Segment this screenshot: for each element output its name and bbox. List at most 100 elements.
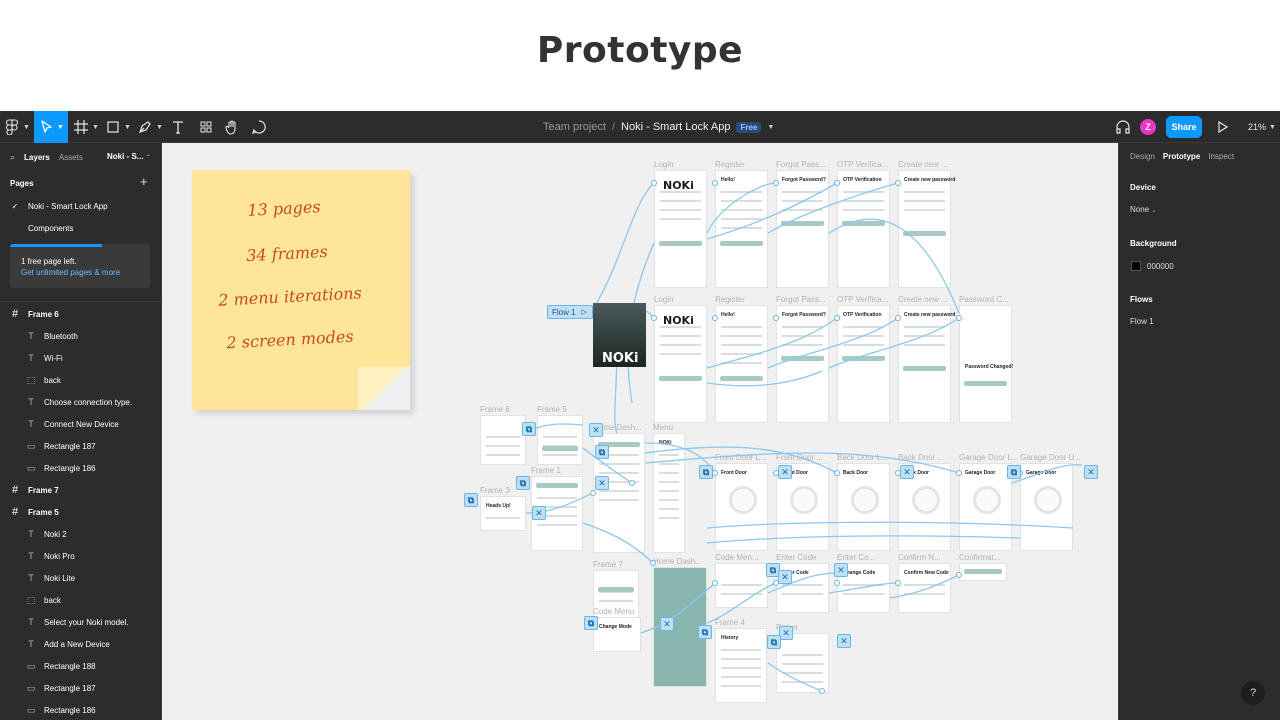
connection-node[interactable] [650,560,656,566]
connection-node[interactable] [956,470,962,476]
connection-node[interactable] [712,180,718,186]
flow-start-tag[interactable]: Flow 1 ▷ [547,305,593,319]
close-overlay-icon[interactable]: ✕ [837,634,851,648]
close-overlay-icon[interactable]: ✕ [778,570,792,584]
pen-tool-button[interactable]: ▼ [136,111,164,143]
help-button[interactable]: ? [1241,681,1265,705]
layer-item[interactable]: T Connect New Device [0,413,161,435]
resources-button[interactable] [196,111,216,143]
connection-node[interactable] [712,470,718,476]
connection-node[interactable] [956,572,962,578]
open-overlay-icon[interactable]: ⧉ [767,635,781,649]
background-swatch[interactable] [1131,261,1141,271]
comment-tool-button[interactable] [249,111,269,143]
chevron-down-icon: ▼ [124,123,131,131]
chevron-down-icon[interactable]: ▼ [767,124,774,131]
layer-item[interactable]: ▭ Rectangle 187 [0,677,161,699]
close-overlay-icon[interactable]: ✕ [660,617,674,631]
tab-design[interactable]: Design [1130,152,1155,161]
connection-node[interactable] [819,688,825,694]
add-page-icon[interactable]: + [140,174,148,189]
connection-node[interactable] [834,580,840,586]
move-tool-button[interactable]: ▼ [34,111,68,143]
layer-item[interactable]: T Noki Lite [0,567,161,589]
present-button[interactable] [1214,111,1230,143]
connection-node[interactable] [895,180,901,186]
audio-button[interactable] [1114,111,1132,143]
flow-item[interactable]: Flow 1 [1130,317,1154,326]
layer-item[interactable]: ▭ Rectangle 186 [0,457,161,479]
connection-node[interactable] [651,180,657,186]
design-canvas[interactable]: 13 pages 34 frames 2 menu iterations 2 s… [162,143,1118,720]
hand-tool-button[interactable] [222,111,242,143]
tab-inspect[interactable]: Inspect [1208,152,1234,161]
connection-node[interactable] [895,315,901,321]
layer-item[interactable]: ⬚ back [0,369,161,391]
open-overlay-icon[interactable]: ⧉ [698,625,712,639]
connection-node[interactable] [712,580,718,586]
layer-item[interactable]: T Noki 2 [0,523,161,545]
text-tool-button[interactable] [168,111,188,143]
close-overlay-icon[interactable]: ✕ [778,465,792,479]
connection-node[interactable] [773,315,779,321]
connection-node[interactable] [834,180,840,186]
layer-item[interactable]: ▭ Rectangle 186 [0,699,161,720]
device-select[interactable]: None ⌄ [1130,205,1156,214]
layer-item[interactable]: # Frame 7 [0,479,161,501]
shape-tool-button[interactable]: ▼ [104,111,132,143]
main-menu-button[interactable]: ▼ [0,111,34,143]
breadcrumb-team[interactable]: Team project [543,121,606,133]
close-overlay-icon[interactable]: ✕ [589,423,603,437]
layer-item[interactable]: T Add a New Device [0,633,161,655]
close-overlay-icon[interactable]: ✕ [900,465,914,479]
layer-item[interactable]: # Frame 5 [0,501,161,523]
layer-item[interactable]: # Frame 6 [0,303,161,325]
close-overlay-icon[interactable]: ✕ [532,506,546,520]
tab-layers[interactable]: Layers [24,153,50,162]
connection-node[interactable] [712,315,718,321]
close-overlay-icon[interactable]: ✕ [595,476,609,490]
page-switcher[interactable]: Noki - S... ⌃ [107,152,151,161]
group-icon: ⬚ [26,594,36,605]
layer-item[interactable]: T Choose connection type. [0,391,161,413]
open-overlay-icon[interactable]: ⧉ [699,465,713,479]
connection-node[interactable] [834,315,840,321]
layer-item[interactable]: ▭ Rectangle 188 [0,655,161,677]
layer-item[interactable]: T Noki Pro [0,545,161,567]
file-name[interactable]: Noki - Smart Lock App [621,121,730,133]
connection-node[interactable] [895,580,901,586]
connection-node[interactable] [629,480,635,486]
share-button[interactable]: Share [1166,116,1202,138]
close-overlay-icon[interactable]: ✕ [834,563,848,577]
zoom-menu[interactable]: 21% ▼ [1248,111,1276,143]
search-icon[interactable]: ⌕ [10,152,15,163]
page-item-components[interactable]: Components [8,217,161,239]
layer-item[interactable]: T Select your Noki model. [0,611,161,633]
connection-node[interactable] [956,315,962,321]
connection-node[interactable] [773,180,779,186]
frame-tool-button[interactable]: ▼ [72,111,100,143]
open-overlay-icon[interactable]: ⧉ [584,616,598,630]
layer-item[interactable]: ⬚ back [0,589,161,611]
open-overlay-icon[interactable]: ⧉ [522,422,536,436]
layer-item[interactable]: ▭ Rectangle 187 [0,435,161,457]
layer-item[interactable]: T Wi-Fi [0,347,161,369]
close-overlay-icon[interactable]: ✕ [779,626,793,640]
connection-node[interactable] [834,470,840,476]
layer-item[interactable]: T Bluetooth [0,325,161,347]
tab-prototype[interactable]: Prototype [1163,152,1200,161]
page-item-current[interactable]: ✓ Noki - Smart Lock App [8,195,161,217]
open-overlay-icon[interactable]: ⧉ [464,493,478,507]
open-overlay-icon[interactable]: ⧉ [516,476,530,490]
tab-assets[interactable]: Assets [59,153,83,162]
close-overlay-icon[interactable]: ✕ [1084,465,1098,479]
connection-node[interactable] [590,490,596,496]
upsell-link[interactable]: Get unlimited pages & more [21,268,120,277]
open-overlay-icon[interactable]: ⧉ [595,445,609,459]
upsell-text: 1 free page left. [21,257,77,266]
prototype-connection [706,582,777,624]
background-value[interactable]: 000000 [1147,262,1174,271]
open-overlay-icon[interactable]: ⧉ [1007,465,1021,479]
avatar[interactable]: Z [1140,119,1156,135]
connection-node[interactable] [651,315,657,321]
